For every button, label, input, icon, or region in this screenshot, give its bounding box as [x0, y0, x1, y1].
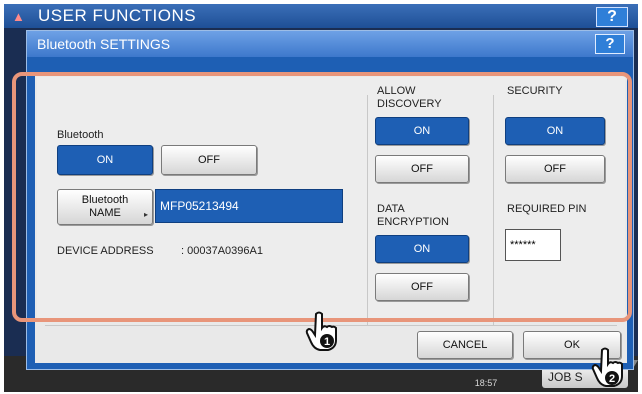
allow-discovery-label: ALLOW DISCOVERY	[377, 85, 442, 110]
allow-discovery-off-button[interactable]: OFF	[375, 155, 469, 183]
logo-icon: ▲	[12, 9, 25, 24]
required-pin-field[interactable]: ******	[505, 229, 561, 261]
column-divider	[367, 95, 368, 325]
step-2-number: 2	[609, 373, 615, 385]
clock-time: 18:57	[474, 378, 498, 388]
device-address-value: : 00037A0396A1	[181, 245, 263, 257]
bluetooth-off-button[interactable]: OFF	[161, 145, 257, 175]
required-pin-label: REQUIRED PIN	[507, 203, 587, 215]
data-encryption-off-button[interactable]: OFF	[375, 273, 469, 301]
background-help-button[interactable]: ?	[596, 7, 628, 27]
data-encryption-on-button[interactable]: ON	[375, 235, 469, 263]
security-label: SECURITY	[507, 85, 563, 97]
bluetooth-name-button-line2: NAME	[89, 207, 121, 219]
settings-panel: Bluetooth ON OFF Bluetooth NAME ▸ MFP052…	[37, 77, 625, 325]
security-on-button[interactable]: ON	[505, 117, 605, 145]
user-functions-title: USER FUNCTIONS	[38, 6, 197, 25]
dialog-title: Bluetooth SETTINGS	[37, 36, 171, 52]
bluetooth-name-button[interactable]: Bluetooth NAME ▸	[57, 189, 153, 225]
allow-discovery-on-button[interactable]: ON	[375, 117, 469, 145]
step-1-number: 1	[324, 336, 330, 348]
pointing-hand-icon: 2	[591, 347, 623, 387]
chevron-right-icon: ▸	[143, 210, 148, 219]
bluetooth-label: Bluetooth	[57, 129, 104, 141]
bluetooth-name-field[interactable]: MFP05213494	[155, 189, 343, 223]
dialog-help-button[interactable]: ?	[595, 34, 625, 54]
device-address-label: DEVICE ADDRESS	[57, 245, 154, 257]
security-off-button[interactable]: OFF	[505, 155, 605, 183]
data-encryption-label: DATA ENCRYPTION	[377, 203, 449, 228]
column-divider	[493, 95, 494, 325]
bluetooth-on-button[interactable]: ON	[57, 145, 153, 175]
cancel-button[interactable]: CANCEL	[417, 331, 513, 359]
bluetooth-name-button-line1: Bluetooth	[81, 194, 129, 206]
pointing-hand-icon: 1	[305, 311, 337, 351]
